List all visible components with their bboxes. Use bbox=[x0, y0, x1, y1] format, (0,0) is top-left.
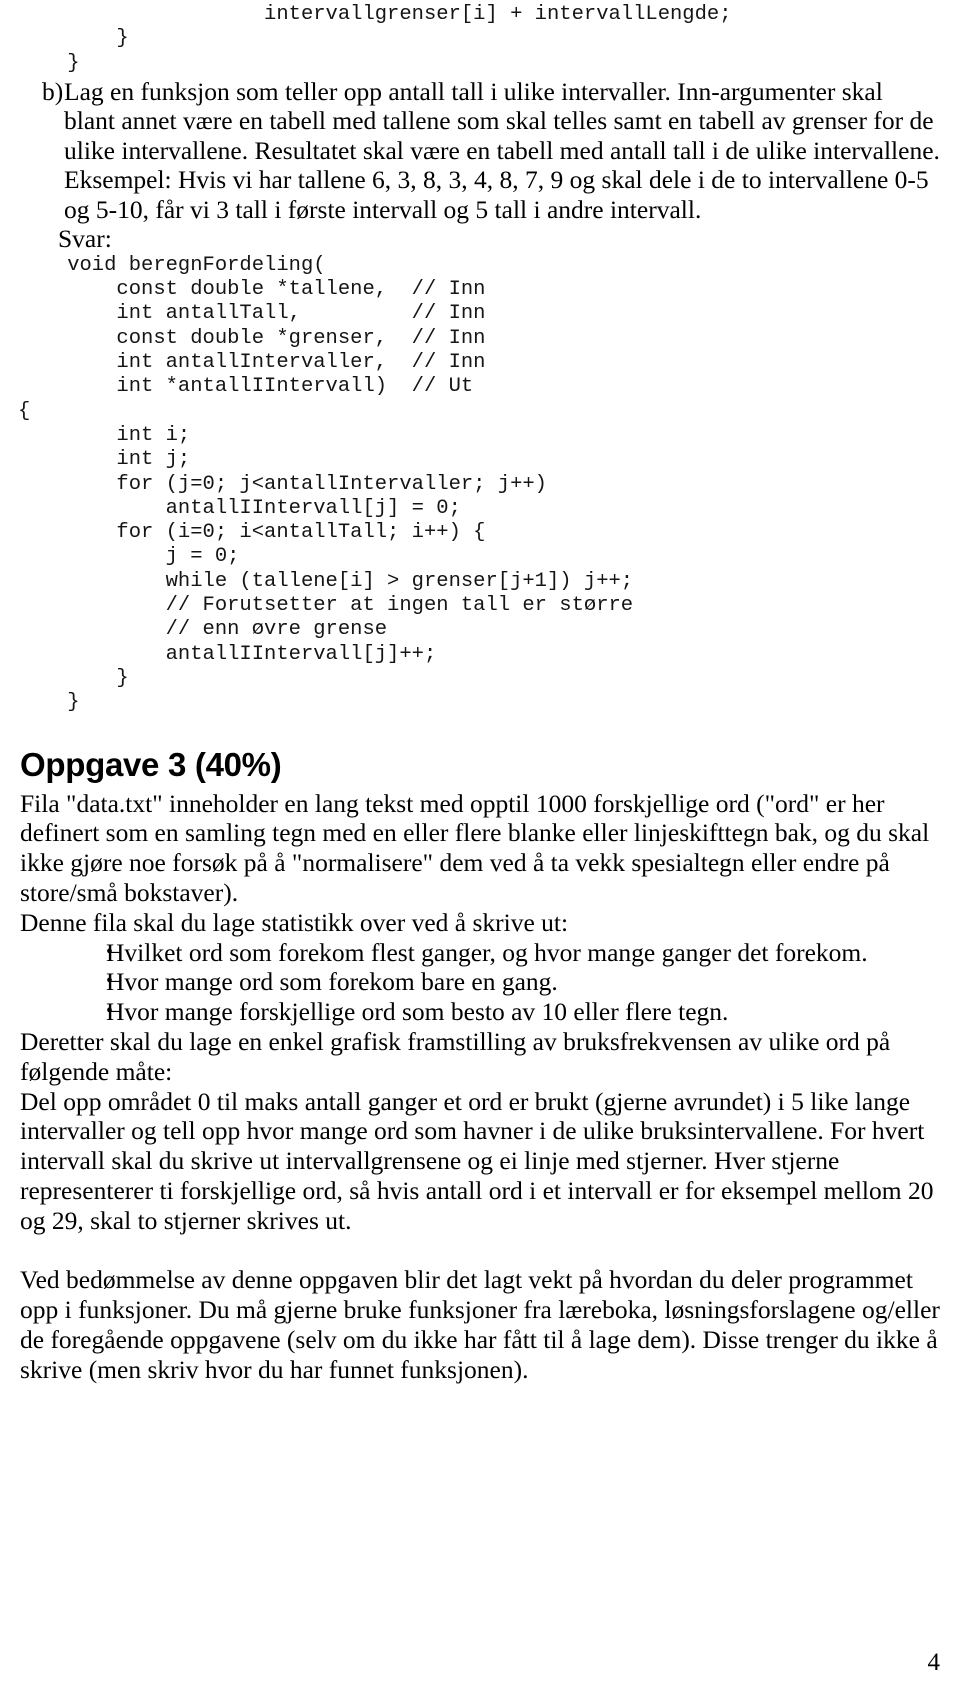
answer-label: Svar: bbox=[58, 224, 112, 254]
task-marker: b) bbox=[42, 76, 64, 106]
bullet-icon: • bbox=[106, 1000, 114, 1023]
statistics-lead: Denne fila skal du lage statistikk over … bbox=[20, 907, 569, 937]
list-item: • Hvor mange forskjellige ord som besto … bbox=[18, 997, 942, 1027]
graphics-detail: Del opp området 0 til maks antall ganger… bbox=[20, 1086, 934, 1235]
page-title: Oppgave 3 (40%) bbox=[20, 745, 282, 783]
list-item-text: Hvor mange ord som forekom bare en gang. bbox=[106, 967, 558, 997]
page-number: 4 bbox=[927, 1649, 941, 1676]
list-item: • Hvilket ord som forekom flest ganger, … bbox=[18, 938, 942, 968]
bullet-icon: • bbox=[106, 940, 114, 963]
assessment-paragraph: Ved bedømmelse av denne oppgaven blir de… bbox=[20, 1265, 940, 1384]
list-item: • Hvor mange ord som forekom bare en gan… bbox=[18, 967, 942, 997]
code-block-continuation: intervallgrenser[i] + intervallLengde; }… bbox=[67, 3, 732, 75]
document-page: intervallgrenser[i] + intervallLengde; }… bbox=[0, 0, 960, 1685]
list-item-text: Hvilket ord som forekom flest ganger, og… bbox=[106, 937, 868, 967]
task-description: Lag en funksjon som teller opp antall ta… bbox=[64, 76, 940, 224]
list-item-text: Hvor mange forskjellige ord som besto av… bbox=[106, 997, 729, 1027]
code-block-solution: void beregnFordeling( const double *tall… bbox=[18, 253, 634, 715]
graphics-lead: Deretter skal du lage en enkel grafisk f… bbox=[20, 1026, 891, 1086]
task-item-b: b) Lag en funksjon som teller opp antall… bbox=[18, 77, 942, 225]
intro-paragraph: Fila "data.txt" inneholder en lang tekst… bbox=[20, 788, 930, 907]
statistics-bullet-list: • Hvilket ord som forekom flest ganger, … bbox=[18, 938, 942, 1027]
bullet-icon: • bbox=[106, 970, 114, 993]
